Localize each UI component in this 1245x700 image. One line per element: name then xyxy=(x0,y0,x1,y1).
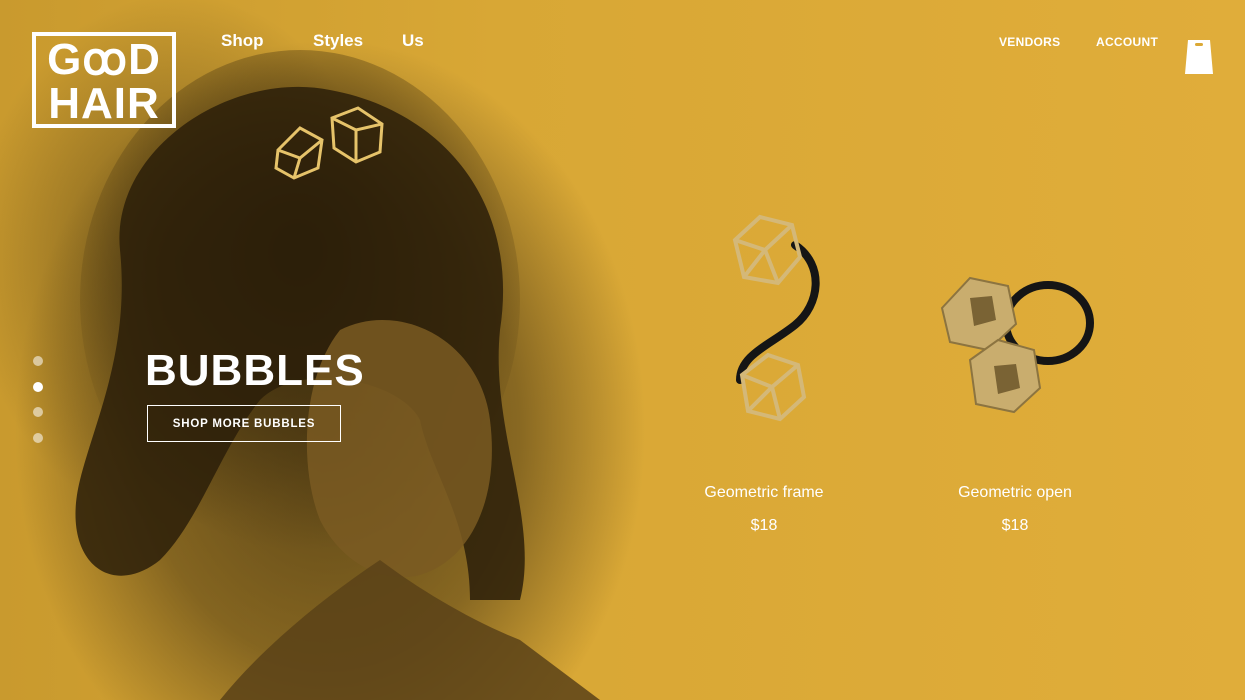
slide-dot-1[interactable] xyxy=(33,356,43,366)
slide-dot-3[interactable] xyxy=(33,407,43,417)
nav-account[interactable]: ACCOUNT xyxy=(1096,35,1158,49)
nav-shop[interactable]: Shop xyxy=(221,31,264,51)
slide-indicators xyxy=(33,356,43,458)
product-name[interactable]: Geometric open xyxy=(915,484,1115,502)
logo-text-bottom: HAIR xyxy=(48,79,160,128)
product-price: $18 xyxy=(750,517,778,534)
slide-dot-2[interactable] xyxy=(33,381,43,392)
nav-us[interactable]: Us xyxy=(402,31,424,51)
brand-logo[interactable]: GꝏD HAIR xyxy=(32,32,176,128)
slide-dot-4[interactable] xyxy=(33,432,43,443)
shop-more-button[interactable]: SHOP MORE BUBBLES xyxy=(147,405,341,442)
logo-text-top: GꝏD xyxy=(47,35,161,84)
nav-styles[interactable]: Styles xyxy=(313,31,363,51)
nav-vendors[interactable]: VENDORS xyxy=(999,35,1060,49)
product-name[interactable]: Geometric frame xyxy=(664,484,864,502)
hero-title: BUBBLES xyxy=(145,346,365,395)
product-price: $18 xyxy=(1001,517,1029,534)
product-image-geometric-open[interactable] xyxy=(930,268,1100,428)
product-image-geometric-frame[interactable] xyxy=(700,205,840,435)
shopping-bag-icon[interactable] xyxy=(1184,38,1214,76)
